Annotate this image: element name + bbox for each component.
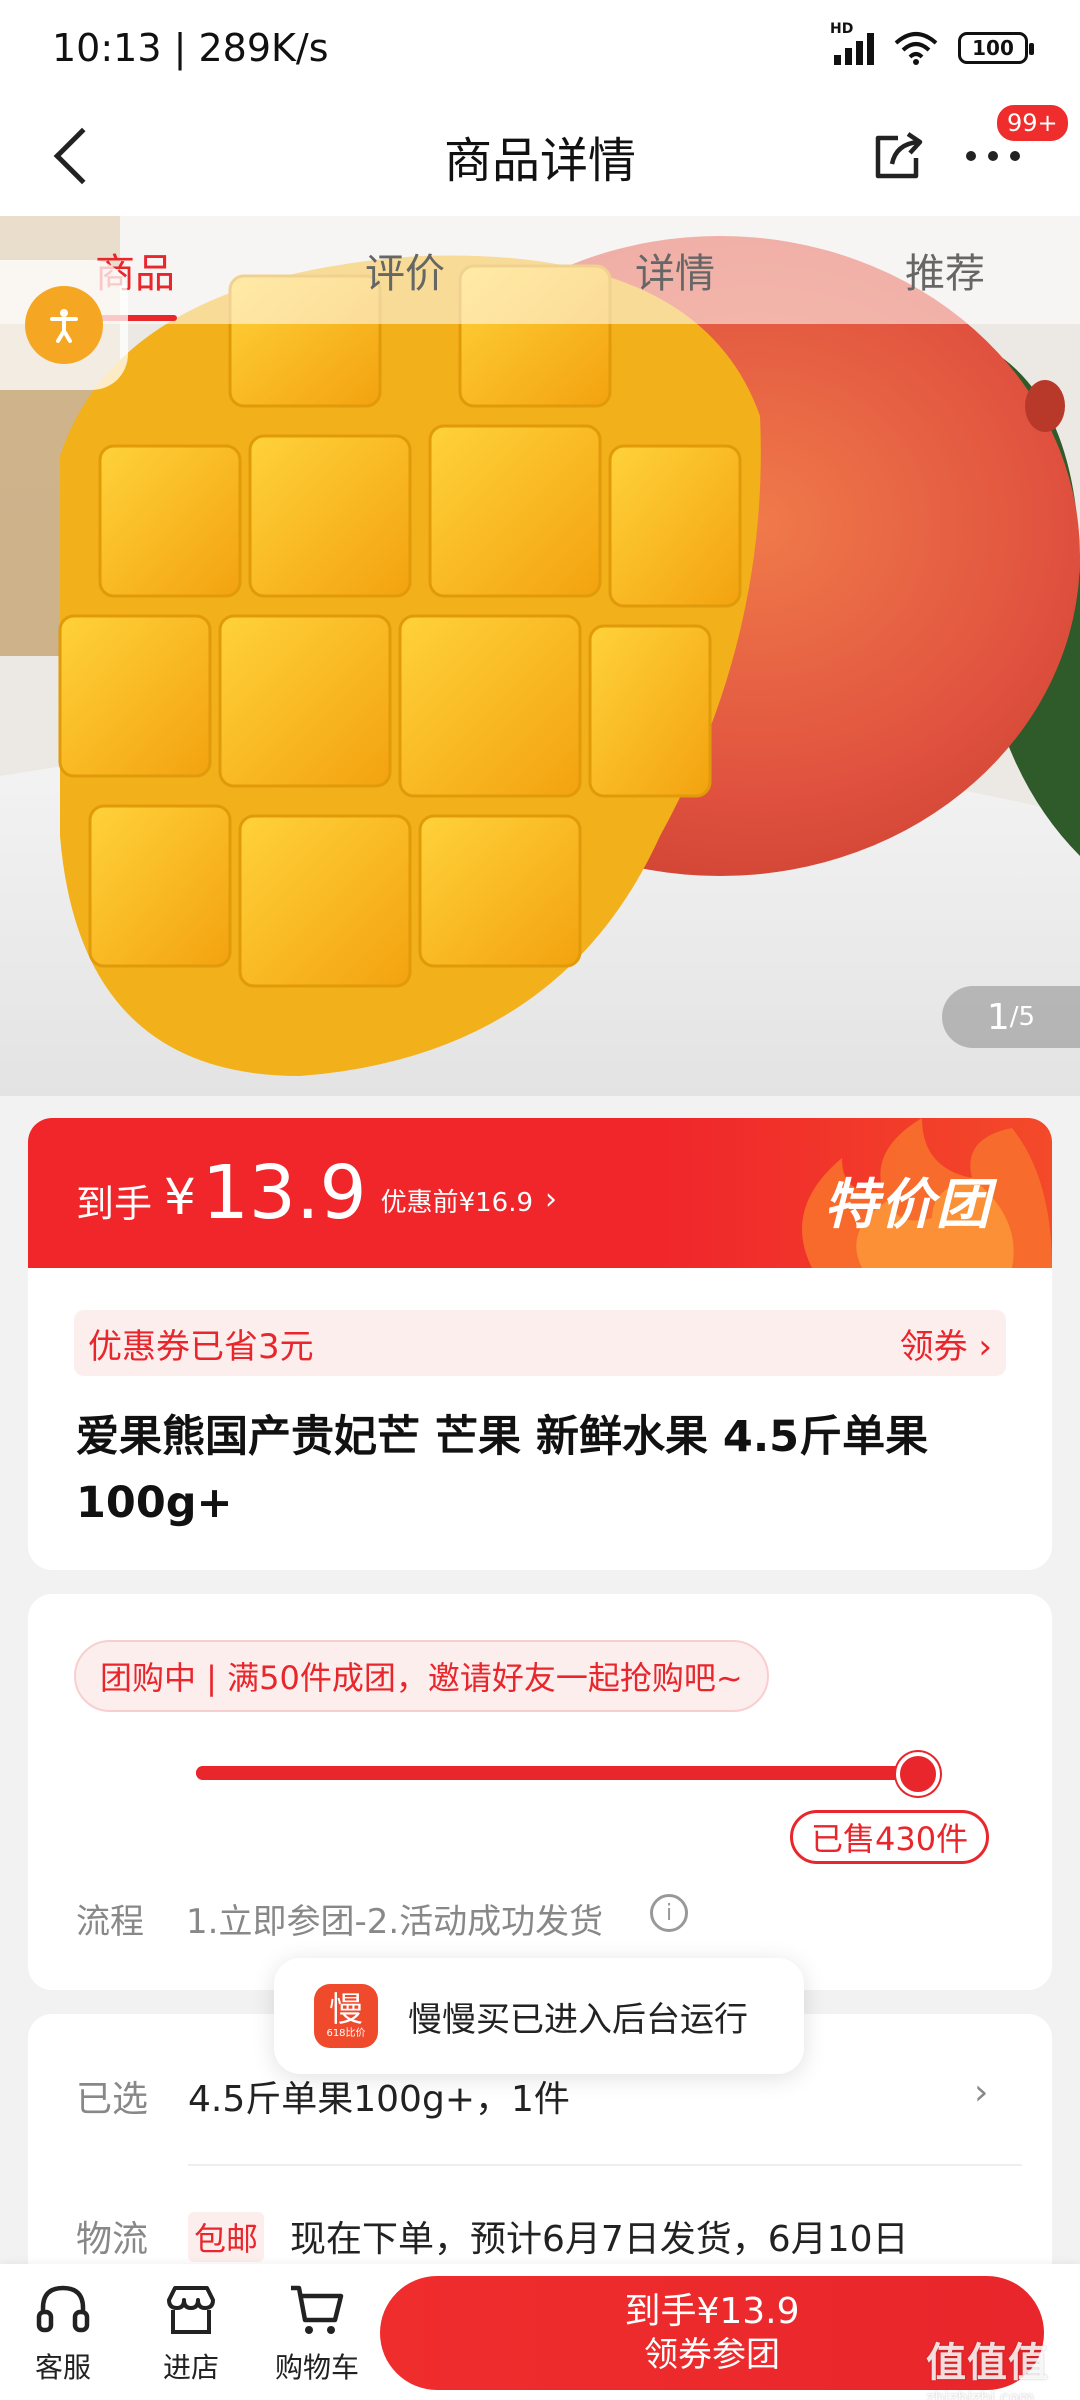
status-bar: 10:13 | 289K/s HD 100 xyxy=(0,0,1080,96)
status-icons: HD 100 xyxy=(830,21,1034,65)
store-icon xyxy=(167,2286,215,2334)
more-icon[interactable] xyxy=(966,144,1026,168)
bottom-action-bar: 客服 进店 购物车 到手¥13.9 领券参团 xyxy=(0,2264,1080,2400)
product-detail-page: 10:13 | 289K/s HD 100 商品详情 99+ 商品 评价 详情 … xyxy=(0,0,1080,2400)
price-currency: ¥ xyxy=(164,1168,196,1226)
store-button[interactable]: 进店 xyxy=(136,2280,246,2386)
group-progress-bar xyxy=(196,1766,920,1780)
tab-recommend[interactable]: 推荐 xyxy=(810,241,1080,299)
price-card: 到手 ¥ 13.9 优惠前¥16.9 › 特价团 优惠券已省3元 领券 › 爱果… xyxy=(28,1118,1052,1570)
shipping-text: 现在下单，预计6月7日发货，6月10日 xyxy=(290,2219,909,2260)
chevron-right-icon[interactable]: › xyxy=(545,1182,557,1217)
group-buy-card: 团购中 | 满50件成团，邀请好友一起抢购吧~ 已售430件 流程 1.立即参团… xyxy=(28,1594,1052,1990)
accessibility-icon xyxy=(25,286,103,364)
group-progress-fill xyxy=(196,1766,920,1780)
progress-flame-icon xyxy=(896,1752,940,1796)
battery-icon: 100 xyxy=(958,32,1034,64)
cart-icon xyxy=(291,2285,344,2334)
cart-button[interactable]: 购物车 xyxy=(262,2280,372,2386)
product-title: 爱果熊国产贵妃芒 芒果 新鲜水果 4.5斤单果100g+ xyxy=(76,1412,929,1528)
gallery-current: 1 xyxy=(986,996,1010,1038)
coupon-strip[interactable]: 优惠券已省3元 领券 › xyxy=(74,1310,1006,1376)
product-gallery[interactable]: 商品 评价 详情 推荐 1/5 xyxy=(0,216,1080,1096)
top-nav: 商品详情 99+ xyxy=(0,96,1080,216)
section-tabs: 商品 评价 详情 推荐 xyxy=(0,216,1080,324)
coupon-saved-text: 优惠券已省3元 xyxy=(88,1326,314,1367)
free-shipping-tag: 包邮 xyxy=(188,2212,265,2262)
gallery-counter: 1/5 xyxy=(942,986,1080,1048)
app-icon: 慢 618比价 xyxy=(314,1984,378,2048)
signal-icon: HD xyxy=(830,21,874,65)
accessibility-button[interactable] xyxy=(0,260,128,390)
message-badge: 99+ xyxy=(994,102,1071,144)
flow-label: 流程 xyxy=(76,1902,144,1942)
gallery-total: /5 xyxy=(1009,1002,1036,1032)
chevron-right-icon[interactable]: › xyxy=(974,2072,988,2113)
status-time: 10:13 | 289K/s xyxy=(52,26,329,70)
special-group-tag: 特价团 xyxy=(824,1173,992,1236)
back-icon[interactable] xyxy=(53,127,111,185)
divider xyxy=(188,2164,1022,2166)
selected-value: 4.5斤单果100g+，1件 xyxy=(188,2079,570,2120)
buy-button-price: 到手¥13.9 xyxy=(624,2291,800,2332)
original-price[interactable]: 优惠前¥16.9 xyxy=(381,1182,533,1219)
tab-reviews[interactable]: 评价 xyxy=(270,241,540,299)
wifi-icon xyxy=(894,32,938,65)
toast-text: 慢慢买已进入后台运行 xyxy=(408,1999,748,2040)
buy-button-label: 领券参团 xyxy=(644,2335,780,2375)
watermark-logo: 值值值 zhizhizhi.com xyxy=(926,2340,1049,2400)
page-title: 商品详情 xyxy=(443,133,636,189)
share-icon[interactable] xyxy=(868,126,928,186)
background-toast: 慢 618比价 慢慢买已进入后台运行 xyxy=(274,1958,804,2074)
info-icon[interactable]: i xyxy=(650,1894,688,1932)
price-value: 13.9 xyxy=(201,1150,367,1236)
price-banner: 到手 ¥ 13.9 优惠前¥16.9 › 特价团 xyxy=(28,1118,1052,1268)
price-prefix: 到手 xyxy=(76,1181,153,1226)
group-status-pill: 团购中 | 满50件成团，邀请好友一起抢购吧~ xyxy=(74,1640,769,1712)
tab-details[interactable]: 详情 xyxy=(540,241,810,299)
coupon-action[interactable]: 领券 › xyxy=(900,1319,992,1368)
sold-count: 已售430件 xyxy=(790,1810,990,1864)
headset-icon xyxy=(36,2285,90,2333)
mango-image xyxy=(0,216,1080,1096)
shipping-label: 物流 xyxy=(76,2219,149,2260)
flow-steps: 1.立即参团-2.活动成功发货 xyxy=(186,1902,604,1942)
selected-label: 已选 xyxy=(76,2079,149,2120)
service-button[interactable]: 客服 xyxy=(8,2280,118,2386)
